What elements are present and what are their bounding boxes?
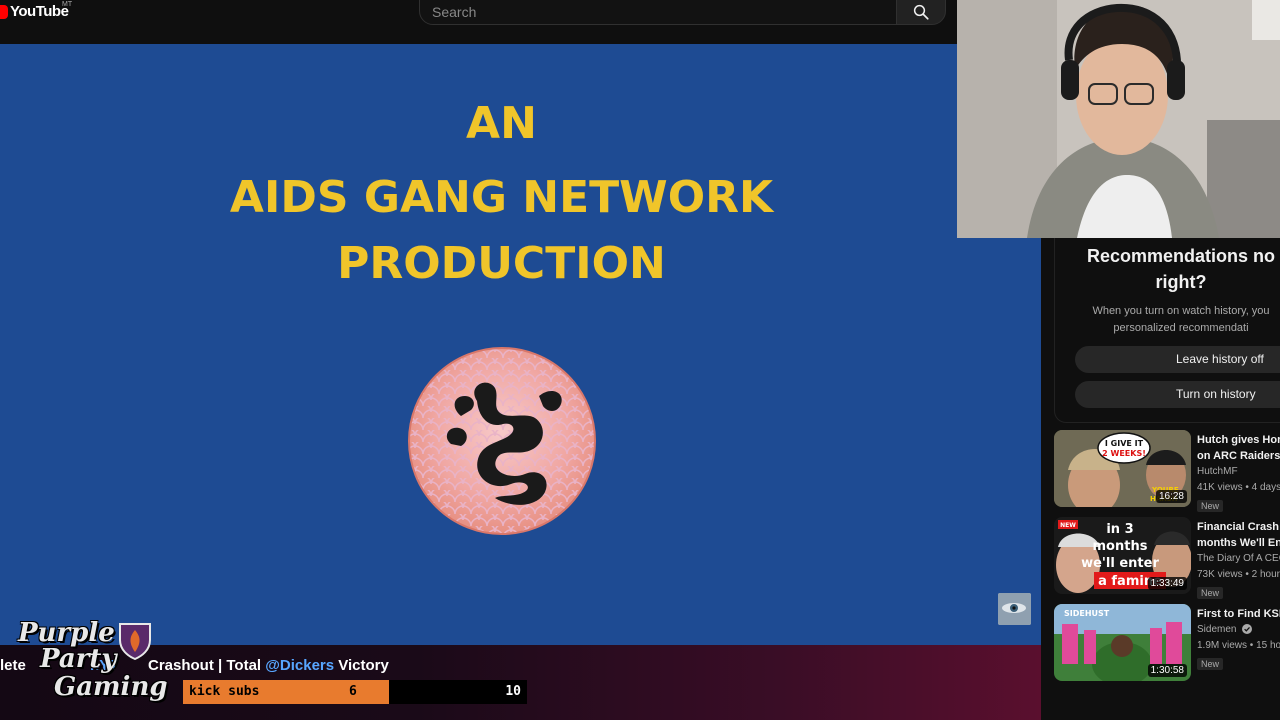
title-line-1: AN <box>466 98 537 149</box>
video-title[interactable]: Financial Crash <box>1197 519 1280 535</box>
title-line-2: AIDS GANG NETWORK <box>229 172 774 223</box>
brand-line-3: Gaming <box>54 672 168 702</box>
channel-name[interactable]: The Diary Of A CEO <box>1197 551 1280 567</box>
youtube-logo-text: YouTube <box>10 3 69 20</box>
stream-screen: YouTube MT AN AIDS GANG NETWORK PRODUCTI… <box>0 0 1280 720</box>
recommendations-title-line2: right? <box>1155 272 1207 292</box>
region-code: MT <box>62 1 73 8</box>
webcam-feed <box>957 0 1280 238</box>
new-badge: New <box>1197 658 1224 670</box>
eye-icon <box>998 593 1031 625</box>
leave-history-off-button[interactable]: Leave history off <box>1075 346 1280 373</box>
new-badge: New <box>1197 500 1224 512</box>
channel-name[interactable]: HutchMF <box>1197 464 1280 480</box>
ticker-text: Crashout | Total @Dickers Victory <box>148 657 389 674</box>
dragon-logo-icon <box>408 347 596 535</box>
search-box <box>419 0 897 25</box>
video-duration: 1:33:49 <box>1147 577 1187 590</box>
video-title[interactable]: Hutch gives Hon <box>1197 432 1280 448</box>
channel-name[interactable]: Sidemen <box>1197 622 1280 638</box>
recommendations-body-line2: personalized recommendati <box>1113 322 1249 334</box>
video-item[interactable]: SIDEHUST 1:30:58 First to Find KSI Sidem… <box>1054 604 1280 682</box>
video-title-card: AN AIDS GANG NETWORK PRODUCTION <box>0 100 1003 292</box>
recommendations-body-line1: When you turn on watch history, you <box>1092 305 1270 317</box>
thumb-text: SIDEHUST <box>1064 609 1110 618</box>
sub-goal-current: 6 <box>349 684 357 699</box>
ticker-end: Victory <box>334 657 389 674</box>
brand-line-2: Party <box>40 644 117 674</box>
thumb-text: months <box>1093 539 1148 554</box>
video-views: 41K views • 4 days <box>1197 482 1280 493</box>
thumb-text: we'll enter <box>1081 556 1159 571</box>
video-meta: Hutch gives Hon on ARC Raiders HutchMF 4… <box>1197 432 1280 514</box>
video-meta: First to Find KSI Sidemen 1.9M views • 1… <box>1197 606 1280 672</box>
turn-on-history-button[interactable]: Turn on history <box>1075 381 1280 408</box>
webcam-image <box>957 0 1280 238</box>
sub-goal-label: kick subs <box>189 684 260 699</box>
purple-party-gaming-logo: Purple Party Gaming <box>6 618 168 718</box>
video-title-line2[interactable]: months We'll Ent <box>1197 535 1280 551</box>
video-thumbnail[interactable]: NEW in 3 months we'll enter a famine 1:3… <box>1054 517 1191 594</box>
video-player[interactable]: AN AIDS GANG NETWORK PRODUCTION <box>0 44 1041 645</box>
new-badge: New <box>1197 587 1224 599</box>
recommendations-body: When you turn on watch history, you pers… <box>1055 303 1280 337</box>
video-thumbnail[interactable]: SIDEHUST 1:30:58 <box>1054 604 1191 681</box>
recommendations-card: Recommendations no right? When you turn … <box>1054 238 1280 423</box>
youtube-logo-icon <box>0 4 8 19</box>
sub-goal-bar: kick subs 6 10 <box>183 680 527 704</box>
video-duration: 16:28 <box>1155 490 1187 503</box>
ticker-mention: @Dickers <box>265 657 335 674</box>
sub-goal-target: 10 <box>505 684 521 699</box>
thumb-tag: NEW <box>1060 522 1076 529</box>
video-meta: Financial Crash months We'll Ent The Dia… <box>1197 519 1280 601</box>
recommendations-title: Recommendations no right? <box>1055 243 1280 295</box>
thumb-text: 2 WEEKS! <box>1102 449 1146 458</box>
thumb-text: I GIVE IT <box>1105 439 1144 448</box>
youtube-header: YouTube MT <box>0 0 957 44</box>
video-views: 1.9M views • 15 ho <box>1197 640 1280 651</box>
channel-name-text: Sidemen <box>1197 624 1237 635</box>
verified-icon <box>1242 624 1253 635</box>
video-thumbnail[interactable]: I GIVE IT 2 WEEKS! YOURE HARSH 16:28 <box>1054 430 1191 507</box>
thumb-text: in 3 <box>1106 522 1133 537</box>
youtube-logo[interactable]: YouTube MT <box>0 1 72 20</box>
recommendations-title-line1: Recommendations no <box>1086 246 1276 266</box>
video-duration: 1:30:58 <box>1147 664 1187 677</box>
shield-icon <box>119 623 151 660</box>
video-title[interactable]: First to Find KSI <box>1197 606 1280 622</box>
video-views: 73K views • 2 hours <box>1197 569 1280 580</box>
title-line-3: PRODUCTION <box>337 238 666 289</box>
sidebar: Recommendations no right? When you turn … <box>1041 238 1280 720</box>
video-title-line2[interactable]: on ARC Raiders <box>1197 448 1280 464</box>
video-item[interactable]: NEW in 3 months we'll enter a famine 1:3… <box>1054 517 1280 599</box>
search-icon <box>913 4 929 20</box>
search-button[interactable] <box>896 0 946 25</box>
video-item[interactable]: I GIVE IT 2 WEEKS! YOURE HARSH 16:28 Hut… <box>1054 430 1280 512</box>
search-input[interactable] <box>420 0 896 24</box>
eye-thumbnail[interactable] <box>998 593 1031 625</box>
